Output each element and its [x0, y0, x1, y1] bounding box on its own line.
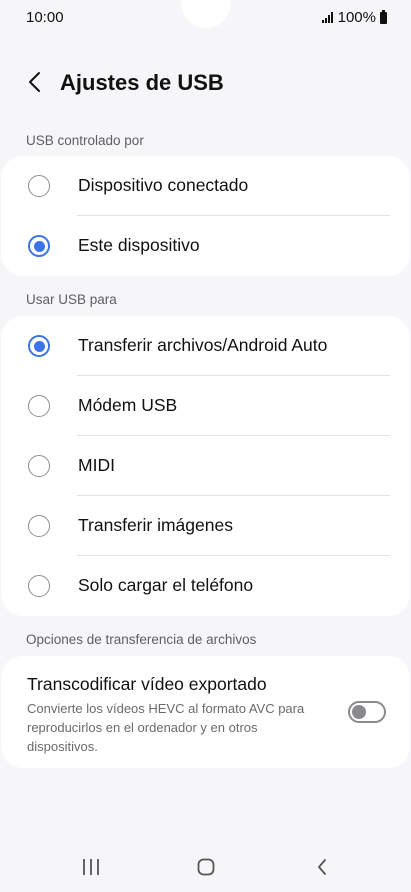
option-label: Dispositivo conectado	[78, 175, 249, 195]
page-title: Ajustes de USB	[60, 70, 224, 95]
usb-controlled-by-card: Dispositivo conectado Este dispositivo	[1, 156, 410, 276]
home-icon	[197, 858, 215, 876]
signal-icon	[321, 12, 333, 23]
option-label: Módem USB	[78, 395, 178, 415]
battery-icon	[380, 9, 387, 24]
radio-button[interactable]	[28, 175, 50, 197]
recents-button[interactable]	[71, 854, 111, 880]
option-connected-device[interactable]: Dispositivo conectado	[1, 156, 410, 216]
section-label-usb-controlled-by: USB controlado por	[26, 133, 144, 148]
option-label: Solo cargar el teléfono	[78, 575, 254, 595]
recents-icon	[83, 859, 99, 875]
radio-button[interactable]	[28, 575, 50, 597]
option-midi[interactable]: MIDI	[1, 436, 410, 496]
back-icon	[318, 859, 326, 875]
switch-knob	[352, 705, 366, 719]
option-label: Transferir imágenes	[78, 515, 233, 535]
section-label-file-transfer-options: Opciones de transferencia de archivos	[26, 632, 257, 647]
use-usb-for-card: Transferir archivos/Android Auto Módem U…	[1, 316, 410, 616]
navigation-bar	[0, 846, 411, 892]
home-button[interactable]	[186, 854, 226, 880]
back-icon	[29, 72, 40, 92]
option-label: Transferir archivos/Android Auto	[78, 335, 328, 355]
option-label: Este dispositivo	[78, 235, 200, 255]
app-header: Ajustes de USB	[0, 62, 411, 102]
camera-notch	[181, 0, 231, 28]
setting-description: Convierte los vídeos HEVC al formato AVC…	[27, 701, 305, 754]
back-button[interactable]	[20, 66, 50, 98]
section-label-use-usb-for: Usar USB para	[26, 292, 117, 307]
option-charge-only[interactable]: Solo cargar el teléfono	[1, 556, 410, 616]
radio-button[interactable]	[28, 455, 50, 477]
setting-title: Transcodificar vídeo exportado	[27, 674, 267, 694]
status-time: 10:00	[26, 9, 64, 26]
status-indicators: 100%	[321, 9, 387, 26]
nav-back-button[interactable]	[302, 854, 342, 880]
radio-button[interactable]	[28, 395, 50, 417]
option-transfer-images[interactable]: Transferir imágenes	[1, 496, 410, 556]
transcode-toggle-switch[interactable]	[348, 701, 386, 723]
battery-percentage: 100%	[337, 9, 376, 26]
radio-button[interactable]	[28, 515, 50, 537]
option-usb-modem[interactable]: Módem USB	[1, 376, 410, 436]
status-bar: 10:00 100%	[0, 0, 411, 34]
option-transfer-files[interactable]: Transferir archivos/Android Auto	[1, 316, 410, 376]
radio-button-selected[interactable]	[28, 335, 50, 357]
option-label: MIDI	[78, 455, 115, 475]
option-this-device[interactable]: Este dispositivo	[1, 216, 410, 276]
radio-button-selected[interactable]	[28, 235, 50, 257]
transcode-video-setting[interactable]: Transcodificar vídeo exportado Convierte…	[1, 656, 410, 768]
file-transfer-options-card: Transcodificar vídeo exportado Convierte…	[1, 656, 410, 768]
